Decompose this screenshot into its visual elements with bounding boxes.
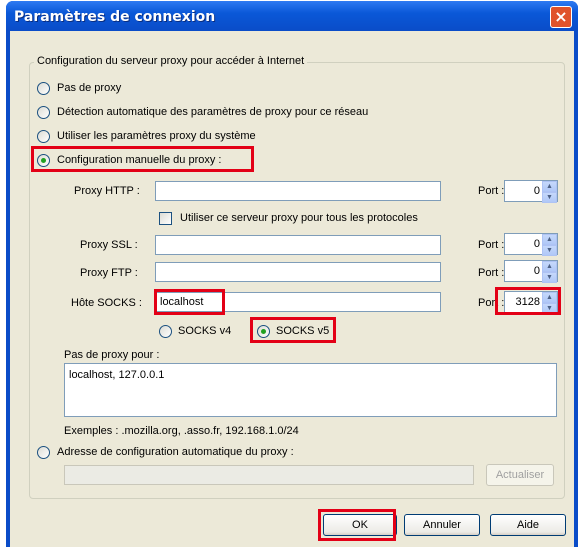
- ssl-port-value: 0: [533, 238, 540, 250]
- socks-label: Hôte SOCKS :: [71, 297, 142, 309]
- ftp-port-label: Port :: [478, 267, 505, 279]
- highlight-socks-host: [154, 289, 225, 315]
- highlight-socks-v5: [250, 317, 336, 343]
- use-for-all-checkbox[interactable]: [159, 212, 172, 225]
- ssl-port-label: Port :: [478, 239, 505, 251]
- spin-up-icon[interactable]: ▲: [542, 261, 557, 272]
- radio-auto-detect-label[interactable]: Détection automatique des paramètres de …: [57, 106, 368, 118]
- cancel-button[interactable]: Annuler: [404, 514, 480, 536]
- radio-auto-config[interactable]: [37, 446, 50, 459]
- ftp-label: Proxy FTP :: [80, 267, 138, 279]
- ssl-proxy-input[interactable]: [155, 235, 441, 255]
- title-bar[interactable]: Paramètres de connexion ×: [6, 1, 578, 31]
- radio-system-proxy[interactable]: [37, 130, 50, 143]
- auto-config-url-input[interactable]: [64, 465, 474, 485]
- ssl-label: Proxy SSL :: [80, 239, 138, 251]
- close-button[interactable]: ×: [550, 6, 572, 28]
- highlight-ok: [318, 509, 396, 541]
- no-proxy-examples: Exemples : .mozilla.org, .asso.fr, 192.1…: [64, 425, 299, 437]
- dialog-window: Paramètres de connexion × Configuration …: [6, 1, 578, 547]
- window-title: Paramètres de connexion: [14, 9, 216, 25]
- ftp-port-spinner[interactable]: 0 ▲ ▼: [504, 260, 558, 283]
- ftp-proxy-input[interactable]: [155, 262, 441, 282]
- http-port-label: Port :: [478, 185, 505, 197]
- radio-socks-v4[interactable]: [159, 325, 172, 338]
- http-label: Proxy HTTP :: [74, 185, 140, 197]
- radio-no-proxy-label[interactable]: Pas de proxy: [57, 82, 121, 94]
- no-proxy-label: Pas de proxy pour :: [64, 349, 160, 361]
- highlight-manual-proxy: [31, 146, 254, 172]
- spin-up-icon[interactable]: ▲: [542, 181, 557, 192]
- radio-auto-config-label[interactable]: Adresse de configuration automatique du …: [57, 446, 294, 458]
- help-button[interactable]: Aide: [490, 514, 566, 536]
- highlight-socks-port: [495, 287, 561, 315]
- no-proxy-textarea[interactable]: localhost, 127.0.0.1: [64, 363, 557, 417]
- spin-down-icon[interactable]: ▼: [542, 192, 557, 203]
- radio-no-proxy[interactable]: [37, 82, 50, 95]
- group-legend: Configuration du serveur proxy pour accé…: [34, 55, 308, 67]
- use-for-all-label[interactable]: Utiliser ce serveur proxy pour tous les …: [180, 212, 418, 224]
- http-port-value: 0: [533, 185, 540, 197]
- dialog-body: Configuration du serveur proxy pour accé…: [10, 31, 574, 547]
- ftp-port-value: 0: [533, 265, 540, 277]
- radio-socks-v4-label[interactable]: SOCKS v4: [178, 325, 231, 337]
- radio-system-proxy-label[interactable]: Utiliser les paramètres proxy du système: [57, 130, 256, 142]
- ssl-port-spinner[interactable]: 0 ▲ ▼: [504, 233, 558, 256]
- spin-down-icon[interactable]: ▼: [542, 245, 557, 256]
- spin-down-icon[interactable]: ▼: [542, 272, 557, 283]
- http-proxy-input[interactable]: [155, 181, 441, 201]
- http-port-spinner[interactable]: 0 ▲ ▼: [504, 180, 558, 203]
- close-icon: ×: [554, 7, 568, 26]
- reload-button[interactable]: Actualiser: [486, 464, 554, 486]
- radio-auto-detect[interactable]: [37, 106, 50, 119]
- spin-up-icon[interactable]: ▲: [542, 234, 557, 245]
